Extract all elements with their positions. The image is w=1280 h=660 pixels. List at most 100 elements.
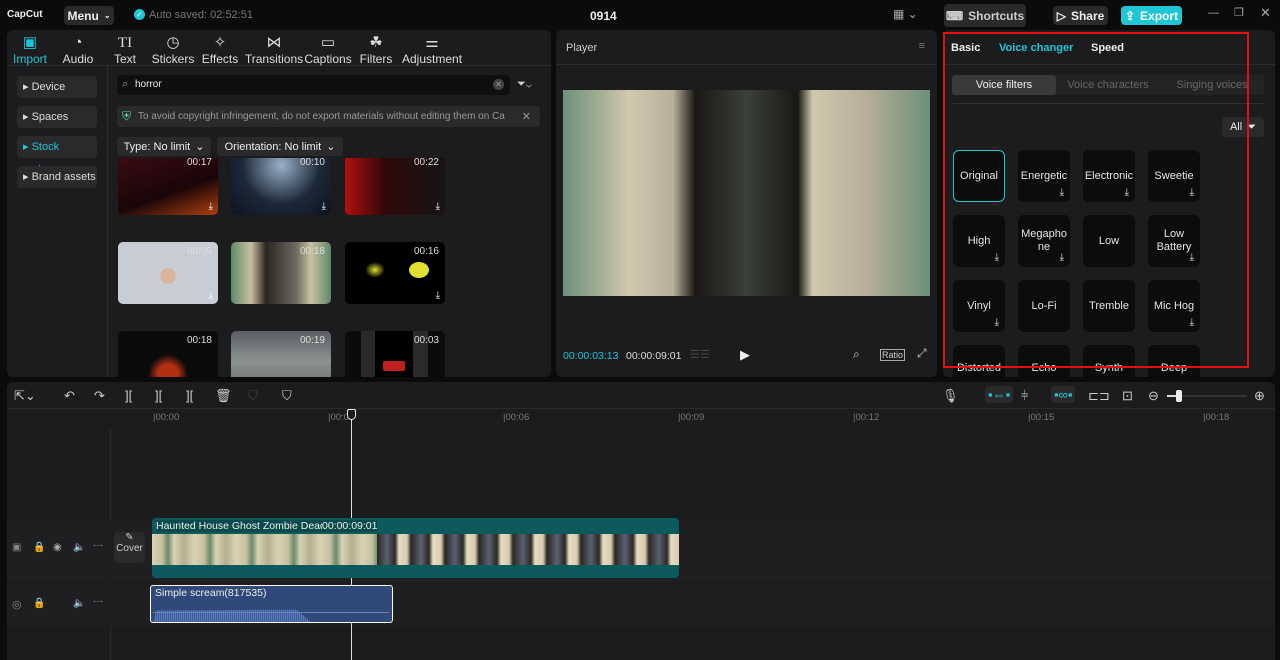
- voice-filter-deep[interactable]: Deep: [1148, 345, 1200, 377]
- close-icon[interactable]: ✕: [1260, 5, 1271, 21]
- speaker-icon[interactable]: 🔈: [73, 542, 85, 553]
- media-thumbnail[interactable]: 00:03: [345, 331, 445, 377]
- zoom-out-icon[interactable]: ⊖: [1148, 388, 1159, 404]
- subtab-voice-filters[interactable]: Voice filters: [952, 75, 1056, 95]
- zoom-slider-handle[interactable]: [1176, 390, 1182, 402]
- voice-filter-energetic[interactable]: Energetic ⤓: [1018, 150, 1070, 202]
- cover-button[interactable]: ✎ Cover: [114, 532, 145, 563]
- eye-icon[interactable]: ◉: [53, 542, 62, 553]
- media-thumbnail[interactable]: 00:22 ⤓: [345, 158, 445, 215]
- close-notice-icon[interactable]: ✕: [522, 110, 531, 123]
- split-left-icon[interactable]: ][: [155, 388, 162, 403]
- voice-filter-synth[interactable]: Synth: [1083, 345, 1135, 377]
- voice-filter-high[interactable]: High ⤓: [953, 215, 1005, 267]
- media-thumbnail[interactable]: 00:18: [231, 242, 331, 304]
- sidebar-item-device[interactable]: ▸ Device: [17, 76, 97, 98]
- more-icon[interactable]: ···: [93, 540, 103, 551]
- sidebar-item-brand-assets[interactable]: ▸ Brand assets: [17, 166, 97, 188]
- zoom-in-icon[interactable]: ⊕: [1254, 388, 1265, 404]
- subtab-voice-characters[interactable]: Voice characters: [1056, 75, 1160, 95]
- select-tool-icon[interactable]: ⇱⌄: [14, 388, 36, 404]
- voice-filter-original[interactable]: Original: [953, 150, 1005, 202]
- voice-filter-sweetie[interactable]: Sweetie ⤓: [1148, 150, 1200, 202]
- ratio-button[interactable]: Ratio: [880, 349, 906, 361]
- tab-adjustment[interactable]: ⚌ Adjustment: [402, 34, 462, 66]
- download-icon[interactable]: ⤓: [436, 290, 440, 301]
- voice-filter-label: Sweetie: [1154, 169, 1194, 182]
- voice-filter-low-battery[interactable]: Low Battery ⤓: [1148, 215, 1200, 267]
- more-icon[interactable]: ···: [93, 596, 103, 607]
- audio-clip[interactable]: Simple scream(817535): [150, 585, 393, 623]
- voice-filter-electronic[interactable]: Electronic ⤓: [1083, 150, 1135, 202]
- tab-label: Import: [12, 52, 47, 66]
- copyright-notice: ⛨ To avoid copyright infringement, do no…: [117, 106, 540, 127]
- tab-effects[interactable]: ✧ Effects: [190, 34, 250, 66]
- tab-speed[interactable]: Speed: [1091, 42, 1124, 54]
- menu-icon[interactable]: ≡: [919, 40, 925, 52]
- split-icon[interactable]: ][: [125, 388, 132, 403]
- play-icon[interactable]: ▶: [740, 347, 750, 363]
- search-icon: ⌕: [122, 78, 129, 90]
- share-button[interactable]: ▷ Share: [1053, 6, 1108, 25]
- voice-filter-low[interactable]: Low: [1083, 215, 1135, 267]
- download-icon[interactable]: ⤓: [322, 201, 326, 212]
- lock-icon[interactable]: 🔒: [33, 598, 45, 609]
- filter-all-dropdown[interactable]: All ⏷: [1222, 117, 1264, 137]
- search-input[interactable]: ⌕ horror ✕: [117, 75, 510, 95]
- media-thumbnail[interactable]: 00:09 ⤓: [118, 242, 218, 304]
- tab-filters[interactable]: ☘ Filters: [346, 34, 406, 66]
- export-button[interactable]: ⇪ Export: [1121, 6, 1182, 25]
- orientation-filter-dropdown[interactable]: Orientation: No limit ⌄: [217, 137, 343, 156]
- download-icon[interactable]: ⤓: [209, 201, 213, 212]
- clear-search-icon[interactable]: ✕: [493, 79, 504, 90]
- voice-filter-megaphone[interactable]: Megaphone ⤓: [1018, 215, 1070, 267]
- zoom-to-fit-icon[interactable]: ⊡: [1122, 388, 1133, 404]
- speaker-icon[interactable]: 🔈: [73, 598, 85, 609]
- microphone-icon[interactable]: 🎙: [942, 388, 959, 404]
- fullscreen-icon[interactable]: ⤢: [917, 346, 927, 361]
- filter-sort-icon[interactable]: ⏷⌄: [517, 78, 532, 91]
- type-filter-dropdown[interactable]: Type: No limit ⌄: [117, 137, 211, 156]
- mark-icon[interactable]: ⛉: [282, 388, 292, 404]
- preview-axis-icon[interactable]: ⊏⊐: [1088, 388, 1110, 404]
- media-thumbnail[interactable]: 00:10 ⤓: [231, 158, 331, 215]
- player-title: Player: [566, 42, 598, 54]
- split-right-icon[interactable]: ][: [186, 388, 193, 403]
- minimize-icon[interactable]: —: [1208, 7, 1219, 19]
- shortcuts-button[interactable]: ⌨ Shortcuts: [944, 4, 1026, 27]
- restore-icon[interactable]: ❐: [1234, 6, 1244, 19]
- auto-snap-icon[interactable]: ⫩: [1021, 388, 1028, 404]
- layout-icon[interactable]: ▦ ⌄: [893, 7, 918, 21]
- autosave-status: Auto saved: 02:52:51: [149, 9, 253, 21]
- zoom-slider[interactable]: [1167, 390, 1247, 402]
- sidebar-item-spaces[interactable]: ▸ Spaces: [17, 106, 97, 128]
- undo-icon[interactable]: ↶: [64, 388, 75, 404]
- zoom-fit-icon[interactable]: ⌕: [853, 347, 860, 362]
- video-preview[interactable]: [563, 90, 930, 296]
- voice-filter-mic-hog[interactable]: Mic Hog ⤓: [1148, 280, 1200, 332]
- tab-basic[interactable]: Basic: [951, 42, 980, 54]
- download-icon[interactable]: ⤓: [209, 290, 213, 301]
- media-thumbnail[interactable]: 00:16 ⤓: [345, 242, 445, 304]
- media-thumbnail[interactable]: 00:19: [231, 331, 331, 377]
- download-icon[interactable]: ⤓: [436, 201, 440, 212]
- linkage-icon[interactable]: ▪∞▪: [1051, 386, 1076, 403]
- voice-filter-vinyl[interactable]: Vinyl ⤓: [953, 280, 1005, 332]
- frames-icon[interactable]: ☰☰: [690, 348, 710, 361]
- sidebar-item-stock-material[interactable]: ▸ Stock mater...: [17, 136, 97, 175]
- media-thumbnail[interactable]: 00:18: [118, 331, 218, 377]
- delete-icon[interactable]: 🗑: [215, 388, 232, 404]
- voice-filter-echo[interactable]: Echo: [1018, 345, 1070, 377]
- tab-transitions[interactable]: ⋈ Transitions: [244, 34, 304, 66]
- voice-filter-distorted[interactable]: Distorted: [953, 345, 1005, 377]
- lock-icon[interactable]: 🔒: [33, 542, 45, 553]
- video-clip[interactable]: Haunted House Ghost Zombie Dead 00:00:09…: [152, 518, 679, 578]
- voice-filter-lo-fi[interactable]: Lo-Fi: [1018, 280, 1070, 332]
- redo-icon[interactable]: ↷: [94, 388, 105, 404]
- media-thumbnail[interactable]: 00:17 ⤓: [118, 158, 218, 215]
- subtab-singing-voices[interactable]: Singing voices: [1160, 75, 1264, 95]
- menu-button[interactable]: Menu ⌄: [64, 6, 114, 25]
- main-track-magnet-icon[interactable]: ▪⇔▪: [985, 386, 1014, 403]
- tab-voice-changer[interactable]: Voice changer: [999, 42, 1073, 54]
- voice-filter-tremble[interactable]: Tremble: [1083, 280, 1135, 332]
